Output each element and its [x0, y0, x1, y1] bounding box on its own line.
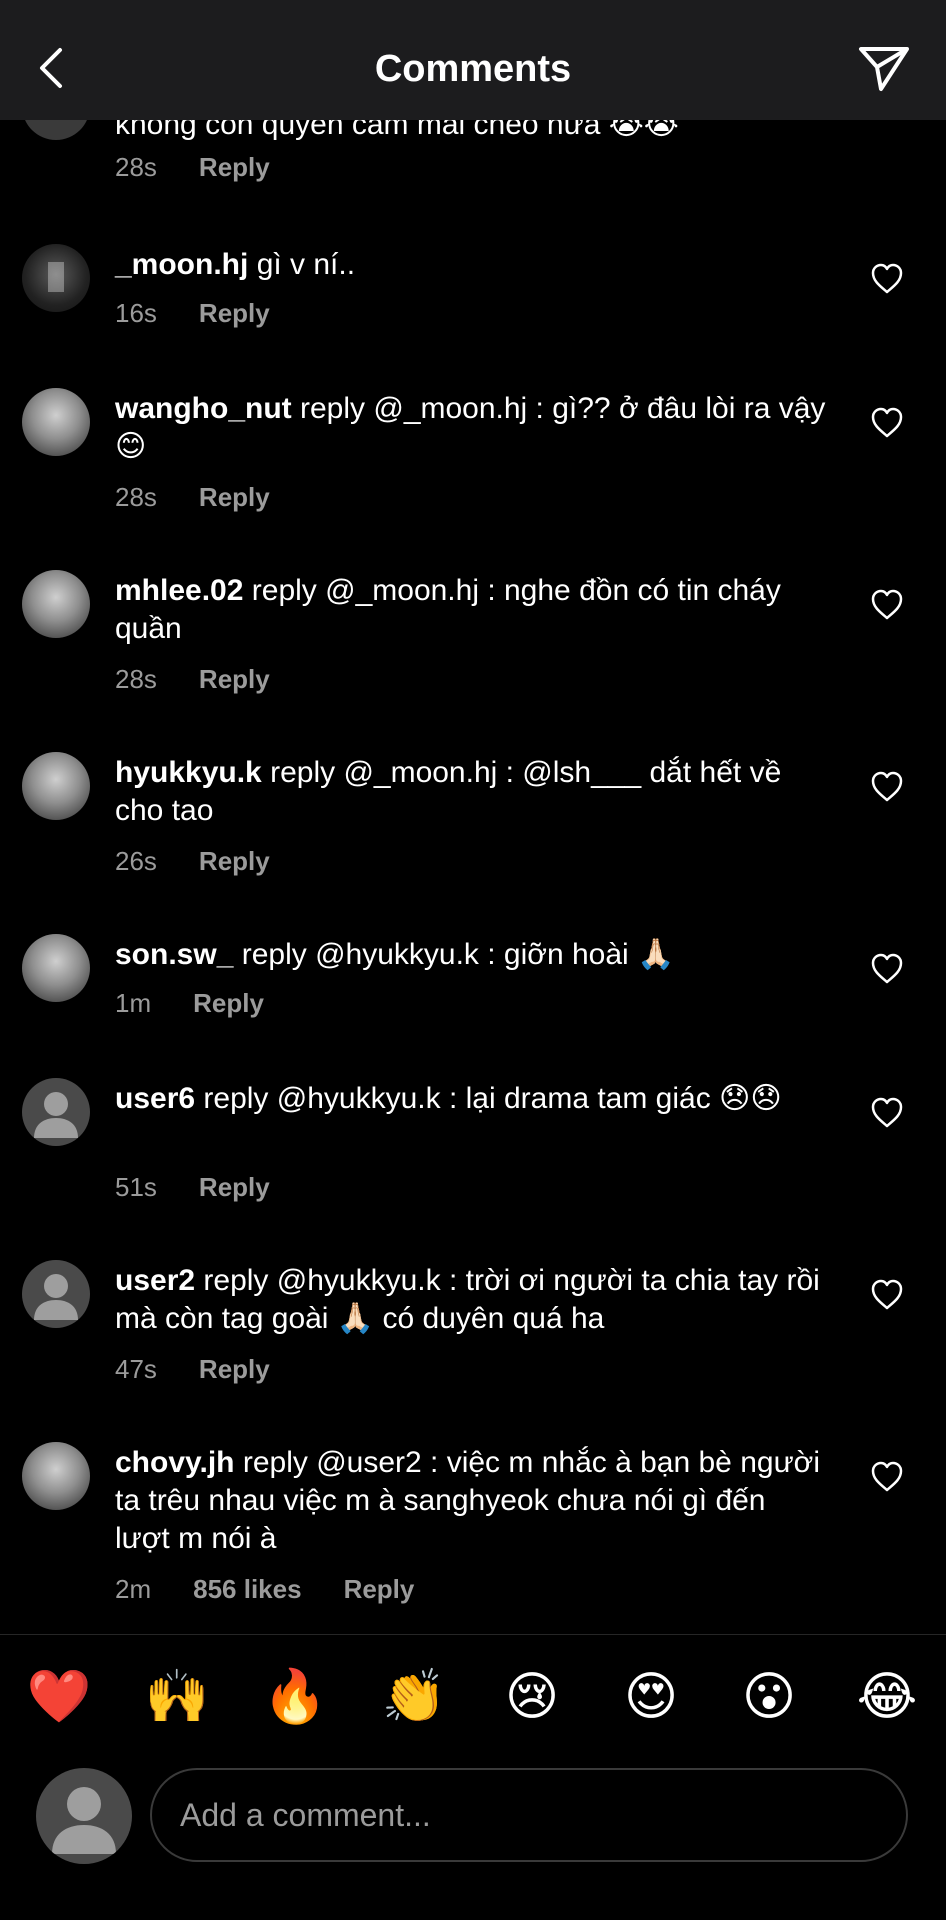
- heart-icon[interactable]: [870, 588, 904, 622]
- comment-body: _moon.hj gì v ní..: [115, 246, 827, 284]
- comment-meta: 51s Reply: [115, 1172, 270, 1203]
- avatar[interactable]: [22, 244, 90, 312]
- comment-meta: 26s Reply: [115, 846, 270, 877]
- paper-plane-icon: [859, 47, 909, 91]
- clipped-comment: không còn quyền cầm mái chèo nữa 😭😭 28s …: [0, 72, 946, 210]
- comment-item: user2 reply @hyukkyu.k : trời ơi người t…: [0, 1260, 946, 1390]
- comment-time: 16s: [115, 298, 157, 328]
- likes-count[interactable]: 856 likes: [193, 1574, 301, 1605]
- emoji-raised-hands[interactable]: 🙌: [140, 1660, 214, 1734]
- comment-body: mhlee.02 reply @_moon.hj : nghe đồn có t…: [115, 572, 827, 648]
- reply-button[interactable]: Reply: [199, 482, 270, 513]
- comment-meta: 1m Reply: [115, 988, 264, 1019]
- emoji-laughing[interactable]: 😂: [850, 1660, 924, 1734]
- comment-composer: Add a comment...: [0, 1758, 946, 1868]
- reply-button[interactable]: Reply: [199, 152, 270, 183]
- comment-time: 26s: [115, 846, 157, 876]
- top-bar: Comments: [0, 0, 946, 120]
- comment-time: 28s: [115, 482, 157, 512]
- emoji-crying[interactable]: 😢: [495, 1660, 569, 1734]
- heart-icon[interactable]: [870, 406, 904, 440]
- emoji-clap[interactable]: 👏: [377, 1660, 451, 1734]
- avatar[interactable]: [22, 934, 90, 1002]
- comment-time: 1m: [115, 988, 152, 1018]
- avatar[interactable]: [22, 752, 90, 820]
- comment-time: 47s: [115, 1354, 157, 1384]
- reply-button[interactable]: Reply: [199, 298, 270, 329]
- comment-body: user2 reply @hyukkyu.k : trời ơi người t…: [115, 1262, 827, 1338]
- reply-button[interactable]: Reply: [199, 664, 270, 695]
- comment-item: son.sw_ reply @hyukkyu.k : giỡn hoài 🙏🏻 …: [0, 934, 946, 1024]
- person-icon: [48, 262, 64, 292]
- comment-meta: 47s Reply: [115, 1354, 270, 1385]
- default-avatar-icon: [52, 1787, 116, 1854]
- username[interactable]: user2: [115, 1264, 195, 1297]
- username[interactable]: _moon.hj: [115, 248, 248, 281]
- emoji-bar: ❤️ 🙌 🔥 👏 😢 😍 😮 😂: [0, 1660, 946, 1734]
- username[interactable]: wangho_nut: [115, 392, 292, 425]
- username[interactable]: chovy.jh: [115, 1446, 234, 1479]
- share-button[interactable]: [852, 36, 916, 100]
- avatar[interactable]: [22, 1260, 90, 1328]
- heart-icon[interactable]: [870, 1096, 904, 1130]
- emoji-surprised[interactable]: 😮: [732, 1660, 806, 1734]
- comment-time: 51s: [115, 1172, 157, 1202]
- comment-text: reply @hyukkyu.k : trời ơi người ta chia…: [115, 1264, 820, 1335]
- avatar[interactable]: [22, 1078, 90, 1146]
- avatar: [36, 1768, 132, 1864]
- comment-body: user6 reply @hyukkyu.k : lại drama tam g…: [115, 1080, 827, 1118]
- comment-body: wangho_nut reply @_moon.hj : gì?? ở đâu …: [115, 390, 827, 466]
- reply-button[interactable]: Reply: [193, 988, 264, 1019]
- comment-text: gì v ní..: [256, 248, 356, 281]
- comment-meta: 2m 856 likes Reply: [115, 1574, 414, 1605]
- username[interactable]: hyukkyu.k: [115, 756, 262, 789]
- comment-input[interactable]: Add a comment...: [150, 1768, 908, 1862]
- heart-icon[interactable]: [870, 770, 904, 804]
- heart-icon[interactable]: [870, 262, 904, 296]
- username[interactable]: user6: [115, 1082, 195, 1115]
- comment-time: 28s: [115, 664, 157, 694]
- comment-body: chovy.jh reply @user2 : việc m nhắc à bạ…: [115, 1444, 827, 1558]
- page-title: Comments: [374, 48, 572, 90]
- comment-text: reply @hyukkyu.k : giỡn hoài 🙏🏻: [241, 938, 675, 971]
- comment-meta: 28s Reply: [115, 664, 270, 695]
- emoji-fire[interactable]: 🔥: [258, 1660, 332, 1734]
- comment-text: reply @hyukkyu.k : lại drama tam giác 😞😞: [203, 1082, 782, 1115]
- comment-body: son.sw_ reply @hyukkyu.k : giỡn hoài 🙏🏻: [115, 936, 827, 974]
- avatar[interactable]: [22, 388, 90, 456]
- reply-button[interactable]: Reply: [199, 846, 270, 877]
- reply-button[interactable]: Reply: [199, 1172, 270, 1203]
- heart-icon[interactable]: [870, 1278, 904, 1312]
- avatar[interactable]: [22, 1442, 90, 1510]
- avatar[interactable]: [22, 570, 90, 638]
- default-avatar-icon: [34, 1274, 78, 1320]
- default-avatar-icon: [34, 1092, 78, 1138]
- comment-meta: 16s Reply: [115, 298, 270, 329]
- reply-button[interactable]: Reply: [199, 1354, 270, 1385]
- comment-item: wangho_nut reply @_moon.hj : gì?? ở đâu …: [0, 388, 946, 518]
- comment-meta: 28s Reply: [115, 482, 270, 513]
- comment-item: _moon.hj gì v ní.. 16s Reply: [0, 244, 946, 334]
- comment-item: hyukkyu.k reply @_moon.hj : @lsh___ dắt …: [0, 752, 946, 882]
- heart-icon[interactable]: [870, 952, 904, 986]
- comment-time: 28s: [115, 152, 157, 182]
- emoji-heart[interactable]: ❤️: [22, 1660, 96, 1734]
- comment-item: chovy.jh reply @user2 : việc m nhắc à bạ…: [0, 1442, 946, 1612]
- comment-meta: 28s Reply: [115, 152, 270, 183]
- divider: [0, 1634, 946, 1635]
- heart-icon[interactable]: [870, 1460, 904, 1494]
- comment-time: 2m: [115, 1574, 152, 1604]
- emoji-heart-eyes[interactable]: 😍: [614, 1660, 688, 1734]
- comment-item: user6 reply @hyukkyu.k : lại drama tam g…: [0, 1078, 946, 1208]
- comment-item: mhlee.02 reply @_moon.hj : nghe đồn có t…: [0, 570, 946, 700]
- username[interactable]: son.sw_: [115, 938, 233, 971]
- reply-button[interactable]: Reply: [344, 1574, 415, 1605]
- comment-body: hyukkyu.k reply @_moon.hj : @lsh___ dắt …: [115, 754, 827, 830]
- username[interactable]: mhlee.02: [115, 574, 243, 607]
